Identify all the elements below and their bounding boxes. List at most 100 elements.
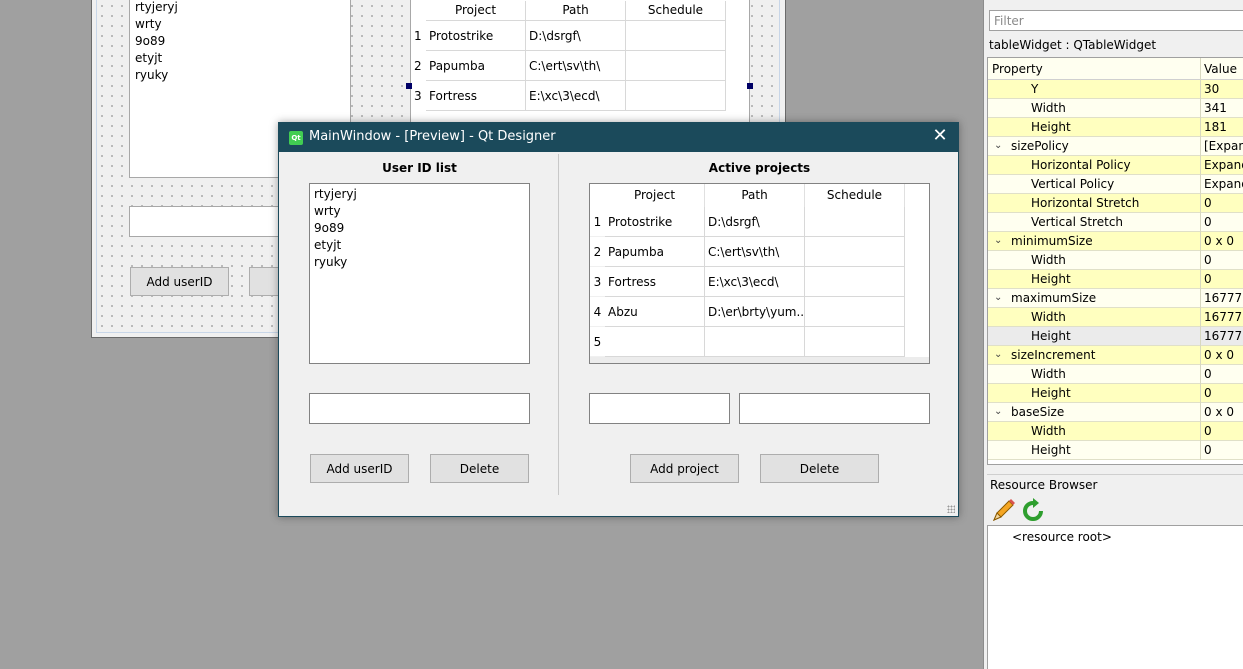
property-value[interactable]: 30 [1204, 82, 1219, 96]
row-number[interactable]: 3 [590, 267, 605, 297]
column-property-header[interactable]: Property [992, 62, 1043, 76]
property-value[interactable]: 0 [1204, 367, 1212, 381]
table-cell[interactable]: E:\xc\3\ecd\ [705, 267, 805, 297]
table-scrollbar[interactable] [590, 357, 929, 363]
bg-list-item[interactable]: wrty [135, 17, 162, 31]
property-row[interactable]: Height 0 [988, 270, 1243, 289]
property-row[interactable]: Width 0 [988, 251, 1243, 270]
bg-table-cell[interactable]: Papumba [426, 51, 526, 81]
table-cell[interactable]: Abzu [605, 297, 705, 327]
list-item[interactable]: 9o89 [314, 221, 344, 235]
table-cell[interactable] [805, 267, 905, 297]
table-cell[interactable]: Protostrike [605, 207, 705, 237]
resize-grip-icon[interactable] [947, 505, 955, 513]
chevron-down-icon[interactable]: ⌄ [994, 406, 1002, 417]
table-cell[interactable]: D:\dsrgf\ [705, 207, 805, 237]
table-cell[interactable]: C:\ert\sv\th\ [705, 237, 805, 267]
bg-table-cell[interactable]: Fortress [426, 81, 526, 111]
list-item[interactable]: wrty [314, 204, 341, 218]
bg-table-cell[interactable]: C:\ert\sv\th\ [526, 51, 626, 81]
projects-table[interactable]: Project Path Schedule 1 Protostrike D:\d… [589, 183, 930, 364]
table-cell[interactable] [805, 207, 905, 237]
table-cell[interactable] [705, 327, 805, 357]
property-row-selected[interactable]: Height 1677721 [988, 327, 1243, 346]
bg-projects-table[interactable]: Project Path Schedule 1 Protostrike D:\d… [410, 0, 750, 130]
bg-table-cell[interactable]: E:\xc\3\ecd\ [526, 81, 626, 111]
property-value[interactable]: 181 [1204, 120, 1227, 134]
selection-handle[interactable] [406, 83, 412, 89]
property-row[interactable]: Y 30 [988, 80, 1243, 99]
bg-list-item[interactable]: etyjt [135, 51, 162, 65]
list-item[interactable]: etyjt [314, 238, 341, 252]
table-cell[interactable] [605, 327, 705, 357]
table-cell[interactable] [805, 237, 905, 267]
table-cell[interactable]: Papumba [605, 237, 705, 267]
add-userid-button[interactable]: Add userID [310, 454, 409, 483]
bg-add-userid-button[interactable]: Add userID [130, 267, 229, 296]
bg-user-input[interactable] [129, 206, 289, 237]
property-value[interactable]: 0 [1204, 386, 1212, 400]
property-value[interactable]: Expandi [1204, 158, 1243, 172]
bg-list-item[interactable]: ryuky [135, 68, 168, 82]
column-header-path[interactable]: Path [705, 184, 805, 207]
property-row[interactable]: Horizontal Policy Expandi [988, 156, 1243, 175]
chevron-down-icon[interactable]: ⌄ [994, 140, 1002, 151]
row-number[interactable]: 2 [590, 237, 605, 267]
property-value[interactable]: [Expand [1204, 139, 1243, 153]
row-number[interactable]: 1 [590, 207, 605, 237]
bg-col-header[interactable]: Path [526, 1, 626, 21]
property-row[interactable]: Width 1677721 [988, 308, 1243, 327]
user-id-input[interactable] [309, 393, 530, 424]
column-value-header[interactable]: Value [1204, 62, 1237, 76]
row-number[interactable]: 4 [590, 297, 605, 327]
table-cell[interactable] [805, 297, 905, 327]
property-row[interactable]: ⌄ baseSize 0 x 0 [988, 403, 1243, 422]
close-icon[interactable]: ✕ [930, 126, 950, 146]
chevron-down-icon[interactable]: ⌄ [994, 349, 1002, 360]
bg-col-header[interactable]: Project [426, 1, 526, 21]
property-value[interactable]: 0 [1204, 215, 1212, 229]
property-value[interactable]: 1677721 [1204, 329, 1243, 343]
property-row[interactable]: ⌄ maximumSize 1677721 [988, 289, 1243, 308]
chevron-down-icon[interactable]: ⌄ [994, 292, 1002, 303]
property-value[interactable]: 0 [1204, 196, 1212, 210]
property-value[interactable]: 0 [1204, 272, 1212, 286]
project-name-input[interactable] [589, 393, 730, 424]
property-value[interactable]: Expandi [1204, 177, 1243, 191]
bg-col-header[interactable]: Schedule [626, 1, 726, 21]
property-value[interactable]: 0 [1204, 253, 1212, 267]
property-row[interactable]: Vertical Policy Expandi [988, 175, 1243, 194]
property-row[interactable]: Width 0 [988, 365, 1243, 384]
property-row[interactable]: Width 0 [988, 422, 1243, 441]
user-id-list[interactable]: rtyjeryj wrty 9o89 etyjt ryuky [309, 183, 530, 364]
row-number[interactable]: 5 [590, 327, 605, 357]
resource-root-item[interactable]: <resource root> [1012, 530, 1112, 544]
property-row[interactable]: Width 341 [988, 99, 1243, 118]
project-path-input[interactable] [739, 393, 930, 424]
property-row[interactable]: Horizontal Stretch 0 [988, 194, 1243, 213]
bg-table-cell[interactable] [626, 21, 726, 51]
property-row[interactable]: ⌄ sizeIncrement 0 x 0 [988, 346, 1243, 365]
property-table[interactable]: Property Value Y 30 Width 341 Height 181 ⌄ s… [987, 57, 1243, 465]
table-cell[interactable]: Fortress [605, 267, 705, 297]
list-item[interactable]: ryuky [314, 255, 347, 269]
property-value[interactable]: 0 x 0 [1204, 348, 1234, 362]
add-project-button[interactable]: Add project [630, 454, 739, 483]
chevron-down-icon[interactable]: ⌄ [994, 235, 1002, 246]
property-value[interactable]: 0 x 0 [1204, 234, 1234, 248]
property-row[interactable]: Height 181 [988, 118, 1243, 137]
column-header-schedule[interactable]: Schedule [805, 184, 905, 207]
bg-table-cell[interactable] [626, 51, 726, 81]
bg-list-item[interactable]: rtyjeryj [135, 0, 178, 14]
list-item[interactable]: rtyjeryj [314, 187, 357, 201]
bg-list-item[interactable]: 9o89 [135, 34, 165, 48]
property-value[interactable]: 0 x 0 [1204, 405, 1234, 419]
property-value[interactable]: 0 [1204, 443, 1212, 457]
selection-handle[interactable] [747, 83, 753, 89]
property-row[interactable]: ⌄ minimumSize 0 x 0 [988, 232, 1243, 251]
property-value[interactable]: 341 [1204, 101, 1227, 115]
property-value[interactable]: 1677721 [1204, 310, 1243, 324]
property-row[interactable]: Height 0 [988, 384, 1243, 403]
bg-table-cell[interactable]: Protostrike [426, 21, 526, 51]
property-filter-input[interactable]: Filter [989, 10, 1243, 31]
